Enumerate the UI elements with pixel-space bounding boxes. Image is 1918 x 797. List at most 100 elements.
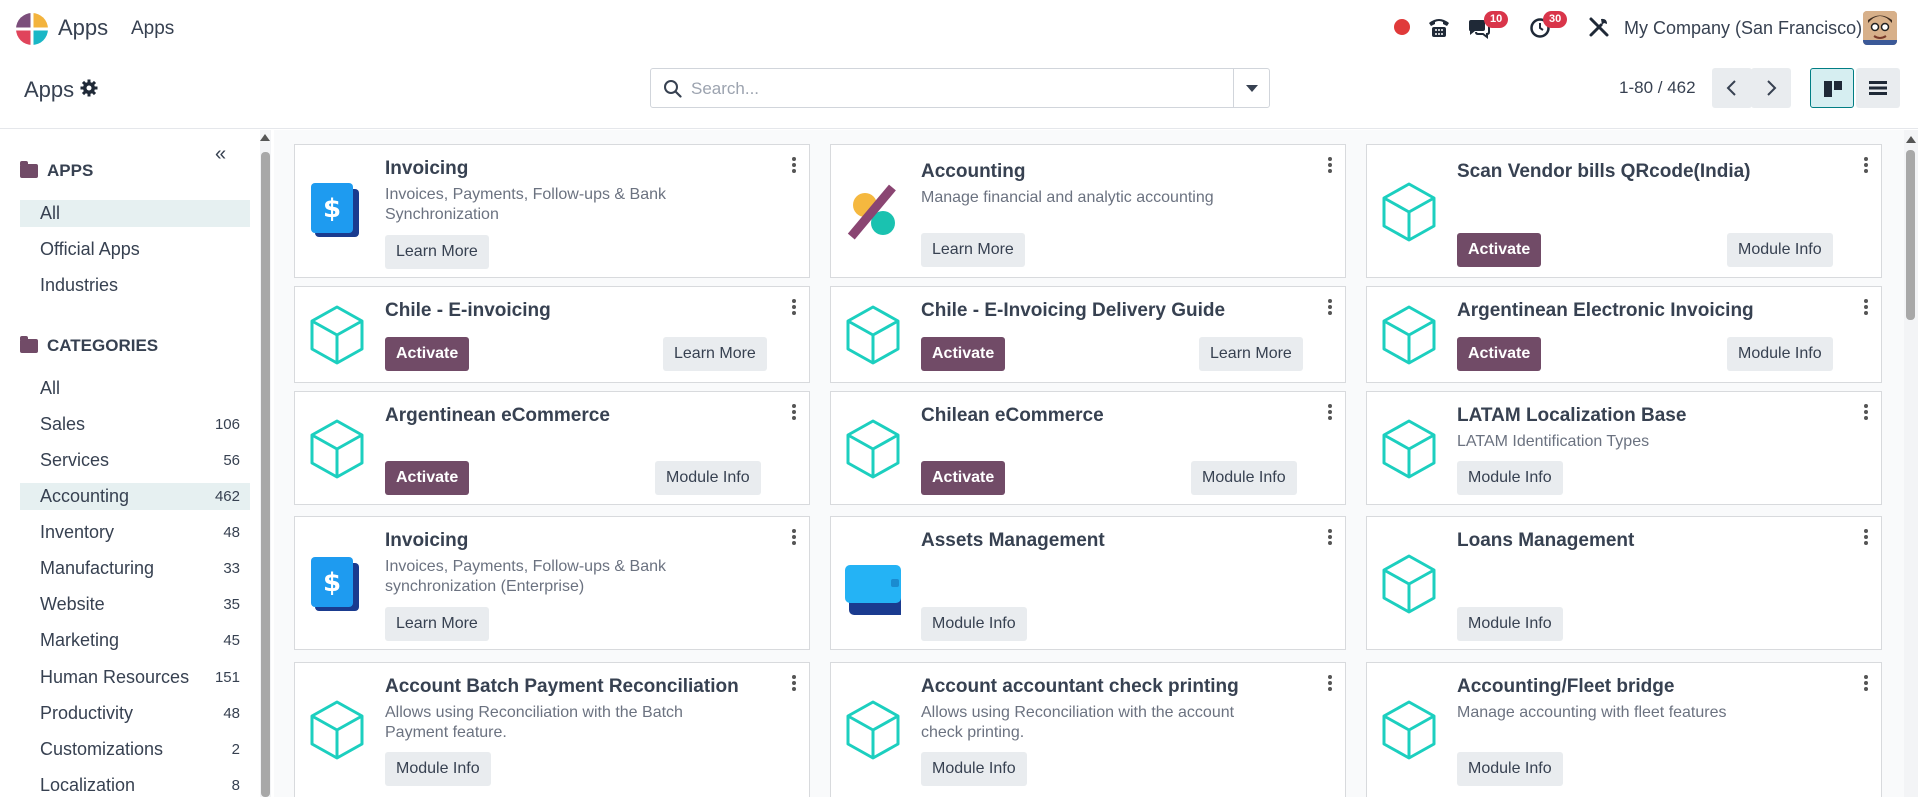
module-info-button[interactable]: Module Info (1457, 461, 1563, 495)
company-switcher[interactable]: My Company (San Francisco) (1624, 18, 1862, 39)
app-card[interactable]: Scan Vendor bills QRcode(India) Activate… (1366, 144, 1882, 278)
learn-more-button[interactable]: Learn More (663, 337, 767, 371)
learn-more-button[interactable]: Learn More (385, 235, 489, 269)
module-info-button[interactable]: Module Info (1457, 752, 1563, 786)
activate-button[interactable]: Activate (921, 461, 1006, 495)
app-card[interactable]: Accounting Manage financial and analytic… (830, 144, 1346, 278)
app-card[interactable]: Chile - E-Invoicing Delivery Guide Activ… (830, 286, 1346, 383)
search-options-toggle[interactable] (1233, 69, 1269, 107)
card-menu-icon[interactable] (1863, 157, 1869, 175)
kanban-view-button[interactable] (1810, 68, 1854, 108)
gear-icon[interactable] (80, 79, 98, 97)
apps-menu-icon[interactable] (15, 12, 49, 46)
pager-next-button[interactable] (1751, 68, 1791, 108)
activate-button[interactable]: Activate (385, 337, 470, 371)
card-description: Invoices, Payments, Follow-ups & Bank sy… (385, 558, 667, 595)
card-description: Allows using Reconciliation with the Bat… (385, 704, 683, 741)
card-menu-icon[interactable] (791, 529, 797, 547)
search-input[interactable] (691, 75, 1211, 103)
sidebar-scrollbar-thumb[interactable] (261, 152, 270, 797)
category-manufacturing[interactable]: Manufacturing 33 (20, 555, 250, 582)
card-menu-icon[interactable] (791, 404, 797, 422)
list-view-button[interactable] (1856, 68, 1900, 108)
apps-section-header: APPS (20, 161, 93, 181)
phone-icon[interactable] (1427, 16, 1451, 38)
card-menu-icon[interactable] (791, 157, 797, 175)
activate-button[interactable]: Activate (921, 337, 1006, 371)
card-description: Manage financial and analytic accounting (921, 189, 1214, 206)
accounting-icon (847, 184, 896, 240)
collapse-sidebar-icon[interactable]: « (215, 143, 226, 166)
menu-apps[interactable]: Apps (131, 18, 174, 40)
category-customizations[interactable]: Customizations 2 (20, 736, 250, 763)
category-localization[interactable]: Localization 8 (20, 772, 250, 797)
category-services[interactable]: Services 56 (20, 447, 250, 474)
control-panel: Apps 1-80 / 462 (0, 57, 1918, 129)
category-website[interactable]: Website 35 (20, 591, 250, 618)
debug-tools-icon[interactable] (1588, 16, 1610, 38)
app-card[interactable]: Chile - E-invoicing Activate Learn More (294, 286, 810, 383)
card-menu-icon[interactable] (1327, 529, 1333, 547)
activities-badge: 30 (1543, 11, 1568, 28)
scroll-up-icon[interactable] (1906, 136, 1916, 143)
category-inventory[interactable]: Inventory 48 (20, 519, 250, 546)
sidebar-item-official-apps[interactable]: Official Apps (20, 236, 250, 263)
app-card[interactable]: Argentinean eCommerce Activate Module In… (294, 391, 810, 505)
pager-previous-button[interactable] (1712, 68, 1752, 108)
card-title: Invoicing (385, 530, 469, 551)
module-info-button[interactable]: Module Info (921, 607, 1027, 641)
card-menu-icon[interactable] (1327, 299, 1333, 317)
app-card[interactable]: Loans Management Module Info (1366, 516, 1882, 650)
module-cube-icon (1382, 305, 1436, 365)
learn-more-button[interactable]: Learn More (385, 607, 489, 641)
category-human-resources[interactable]: Human Resources 151 (20, 664, 250, 691)
list-icon (1869, 81, 1887, 95)
activate-button[interactable]: Activate (385, 461, 470, 495)
category-all[interactable]: All (20, 375, 250, 402)
card-menu-icon[interactable] (1327, 157, 1333, 175)
module-info-button[interactable]: Module Info (921, 752, 1027, 786)
app-card[interactable]: Accounting/Fleet bridge Manage accountin… (1366, 662, 1882, 797)
scroll-up-icon[interactable] (260, 134, 270, 141)
activate-button[interactable]: Activate (1457, 337, 1542, 371)
card-menu-icon[interactable] (791, 675, 797, 693)
category-productivity[interactable]: Productivity 48 (20, 700, 250, 727)
app-card[interactable]: LATAM Localization Base LATAM Identifica… (1366, 391, 1882, 505)
card-menu-icon[interactable] (1327, 675, 1333, 693)
card-menu-icon[interactable] (1327, 404, 1333, 422)
user-avatar[interactable] (1863, 11, 1897, 45)
module-info-button[interactable]: Module Info (1191, 461, 1297, 495)
learn-more-button[interactable]: Learn More (1199, 337, 1303, 371)
recording-icon[interactable] (1394, 19, 1410, 35)
card-menu-icon[interactable] (1863, 299, 1869, 317)
app-card[interactable]: Assets Management Module Info (830, 516, 1346, 650)
module-info-button[interactable]: Module Info (1727, 337, 1833, 371)
app-card[interactable]: Chilean eCommerce Activate Module Info (830, 391, 1346, 505)
app-card[interactable]: $ Invoicing Invoices, Payments, Follow-u… (294, 144, 810, 278)
app-card[interactable]: Account accountant check printing Allows… (830, 662, 1346, 797)
category-sales[interactable]: Sales 106 (20, 411, 250, 438)
app-card[interactable]: Account Batch Payment Reconciliation All… (294, 662, 810, 797)
category-accounting[interactable]: Accounting 462 (20, 483, 250, 510)
app-card[interactable]: Argentinean Electronic Invoicing Activat… (1366, 286, 1882, 383)
module-info-button[interactable]: Module Info (1457, 607, 1563, 641)
category-marketing[interactable]: Marketing 45 (20, 627, 250, 654)
pager-value[interactable]: 1-80 / 462 (1619, 78, 1696, 98)
module-cube-icon (1382, 700, 1436, 760)
card-menu-icon[interactable] (1863, 529, 1869, 547)
learn-more-button[interactable]: Learn More (921, 233, 1025, 267)
module-info-button[interactable]: Module Info (385, 752, 491, 786)
card-menu-icon[interactable] (1863, 675, 1869, 693)
chevron-left-icon (1726, 80, 1736, 96)
app-card[interactable]: $ Invoicing Invoices, Payments, Follow-u… (294, 516, 810, 650)
main-scrollbar-thumb[interactable] (1906, 150, 1915, 320)
module-info-button[interactable]: Module Info (655, 461, 761, 495)
card-menu-icon[interactable] (1863, 404, 1869, 422)
sidebar-item-all-apps[interactable]: All (20, 200, 250, 227)
activate-button[interactable]: Activate (1457, 233, 1542, 267)
card-title: Loans Management (1457, 530, 1635, 551)
brand-title[interactable]: Apps (58, 15, 108, 41)
module-info-button[interactable]: Module Info (1727, 233, 1833, 267)
card-menu-icon[interactable] (791, 299, 797, 317)
sidebar-item-industries[interactable]: Industries (20, 272, 250, 299)
